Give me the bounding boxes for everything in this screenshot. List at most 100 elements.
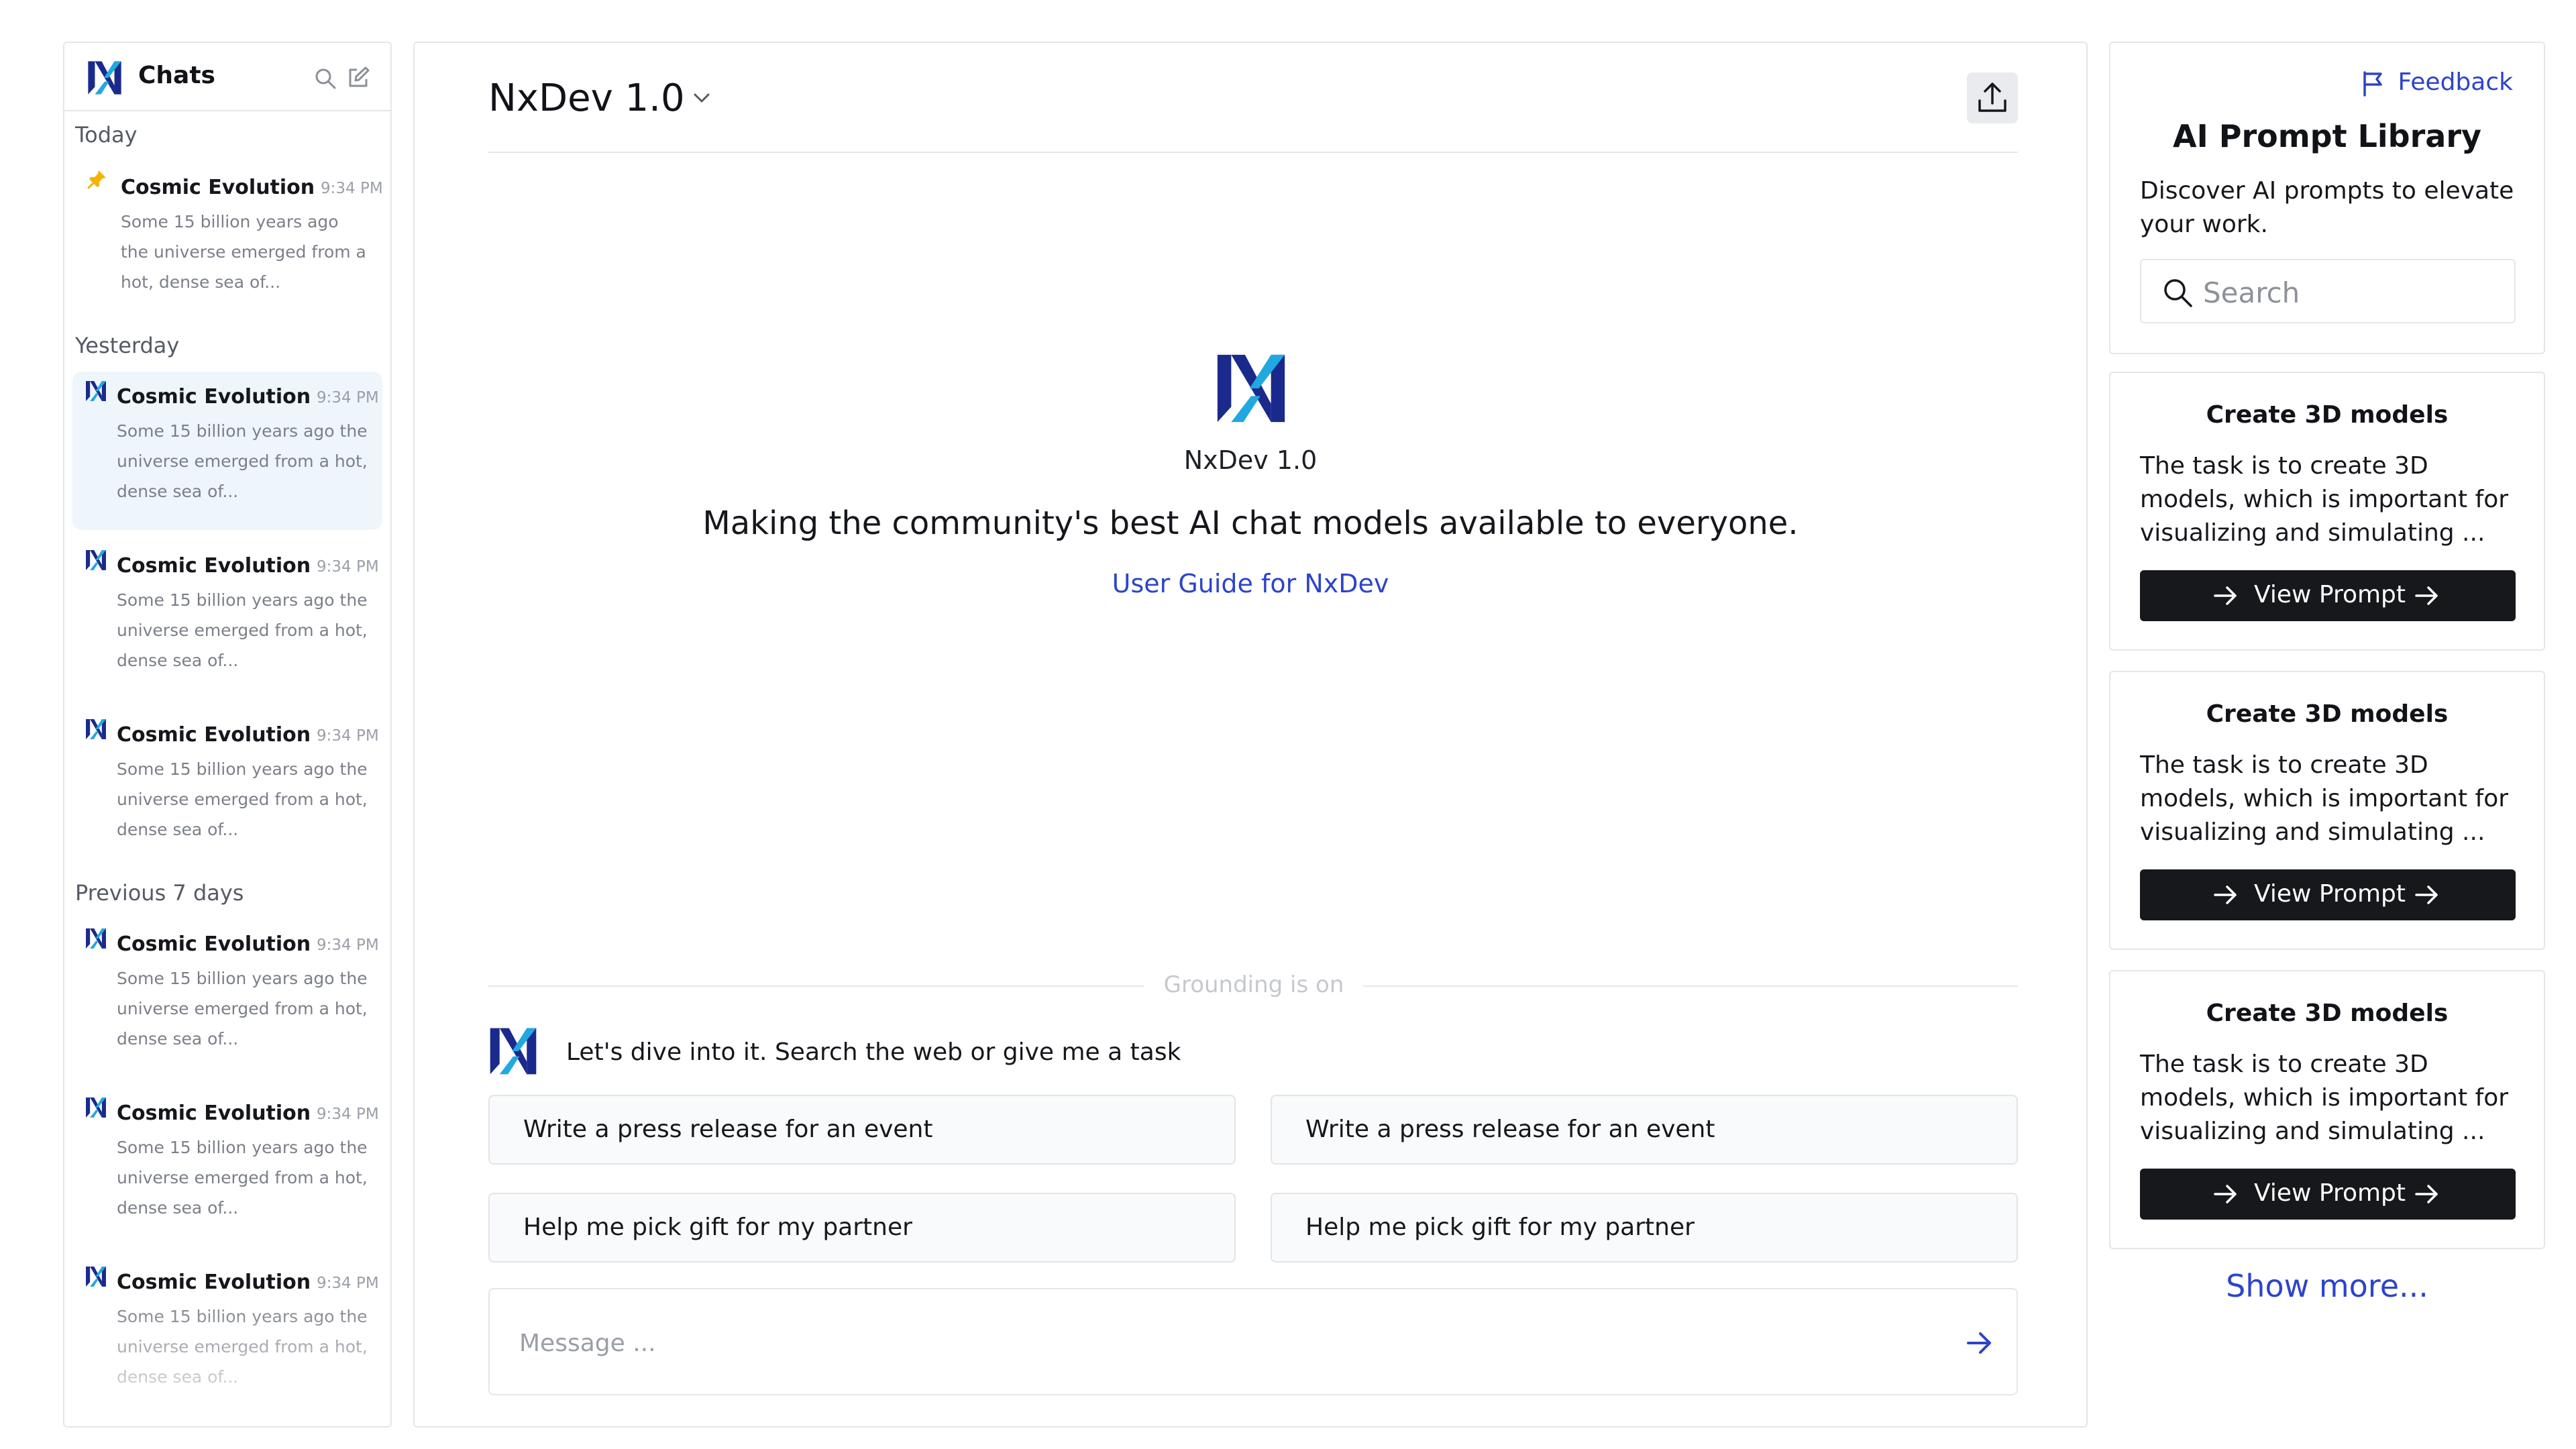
chat-time: 9:34 PM (317, 1275, 379, 1292)
chat-snippet-line: Some 15 billion years ago the (117, 759, 368, 779)
nxdev-logo-icon (85, 1096, 107, 1119)
user-guide-link[interactable]: User Guide for NxDev (415, 569, 2086, 598)
prompt-card: Create 3D models The task is to create 3… (2109, 372, 2545, 651)
chat-time: 9:34 PM (321, 180, 383, 197)
model-selector-label[interactable]: NxDev 1.0 (488, 76, 685, 120)
view-prompt-button[interactable]: View Prompt (2140, 570, 2516, 621)
chat-time: 9:34 PM (317, 936, 379, 954)
chat-title: Cosmic Evolution (117, 1271, 311, 1294)
flag-icon (2363, 71, 2382, 97)
send-arrow-icon[interactable] (1960, 1324, 1998, 1362)
prompt-library-description: Discover AI prompts to elevate your work… (2140, 177, 2514, 238)
prompt-search-box (2140, 259, 2516, 323)
suggestion-chip[interactable]: Write a press release for an event (488, 1095, 1236, 1165)
sidebar-title: Chats (138, 62, 215, 89)
chat-snippet-line: Some 15 billion years ago the (117, 1307, 368, 1326)
chat-snippet-line: hot, dense sea of... (121, 272, 281, 292)
chat-snippet-line: universe emerged from a hot, (117, 790, 368, 809)
chat-title: Cosmic Evolution (121, 176, 315, 199)
chat-list-item-active[interactable]: Cosmic Evolution 9:34 PM Some 15 billion… (72, 372, 382, 530)
search-icon (2164, 279, 2192, 307)
nxdev-logo-icon (1213, 350, 1289, 427)
assistant-message: Let's dive into it. Search the web or gi… (566, 1038, 1181, 1066)
chat-sidebar: Chats Today Cosmic Evolution 9:34 PM Som… (63, 42, 392, 1428)
section-label-today: Today (75, 122, 138, 148)
suggestion-chip[interactable]: Write a press release for an event (1271, 1095, 2018, 1165)
section-label-previous-7-days: Previous 7 days (75, 880, 244, 906)
chat-snippet-line: universe emerged from a hot, (117, 451, 368, 471)
prompt-card-description: The task is to create 3D models, which i… (2140, 452, 2509, 547)
chat-time: 9:34 PM (317, 389, 379, 407)
arrow-right-icon (2414, 883, 2440, 907)
suggestion-chip[interactable]: Help me pick gift for my partner (488, 1193, 1236, 1263)
chat-list-item[interactable]: Cosmic Evolution 9:34 PM Some 15 billion… (72, 541, 382, 699)
arrow-right-icon (2212, 883, 2239, 907)
share-button[interactable] (1967, 72, 2018, 123)
section-label-yesterday: Yesterday (75, 333, 180, 358)
feedback-link[interactable]: Feedback (2363, 68, 2513, 97)
prompt-card-title: Create 3D models (2206, 401, 2449, 429)
compose-icon[interactable] (346, 66, 370, 90)
chat-snippet: Some 15 billion years ago the universe e… (117, 1301, 368, 1392)
chat-snippet-line: Some 15 billion years ago (121, 212, 339, 231)
chat-title: Cosmic Evolution (117, 932, 311, 956)
chevron-down-icon[interactable] (688, 85, 715, 111)
arrow-right-icon (2212, 584, 2239, 608)
chat-snippet-line: universe emerged from a hot, (117, 999, 368, 1018)
upload-share-icon (1978, 83, 2006, 112)
message-input[interactable] (519, 1323, 1861, 1363)
chat-title: Cosmic Evolution (117, 385, 311, 409)
prompt-card: Create 3D models The task is to create 3… (2109, 970, 2545, 1249)
show-more-link[interactable]: Show more... (2109, 1268, 2545, 1304)
prompt-library-card: Feedback AI Prompt Library Discover AI p… (2109, 42, 2545, 354)
chat-snippet-line: dense sea of... (117, 820, 239, 839)
chat-snippet-line: universe emerged from a hot, (117, 1337, 368, 1356)
chat-snippet-line: dense sea of... (117, 482, 239, 501)
chat-list-item[interactable]: Cosmic Evolution 9:34 PM Some 15 billion… (72, 710, 382, 868)
chat-main-panel: NxDev 1.0 NxDev 1.0 Making the community… (413, 42, 2088, 1428)
prompt-card: Create 3D models The task is to create 3… (2109, 671, 2545, 950)
pin-icon (87, 170, 106, 189)
view-prompt-label: View Prompt (2254, 880, 2406, 908)
prompt-library-title: AI Prompt Library (2173, 118, 2481, 154)
nxdev-logo-icon (85, 718, 107, 741)
chat-snippet: Some 15 billion years ago the universe e… (117, 963, 368, 1054)
nxdev-logo-icon (85, 927, 107, 950)
chat-list-item[interactable]: Cosmic Evolution 9:34 PM Some 15 billion… (72, 919, 382, 1077)
grounding-status: Grounding is on (1163, 971, 1344, 998)
view-prompt-button[interactable]: View Prompt (2140, 1169, 2516, 1220)
chat-snippet-line: Some 15 billion years ago the (117, 590, 368, 610)
chat-list-item[interactable]: Cosmic Evolution 9:34 PM Some 15 billion… (72, 1088, 382, 1246)
chat-snippet-line: dense sea of... (117, 651, 239, 670)
chat-snippet: Some 15 billion years ago the universe e… (117, 585, 368, 676)
search-icon[interactable] (314, 67, 337, 90)
chat-snippet-line: dense sea of... (117, 1029, 239, 1049)
prompt-search-input[interactable] (2203, 274, 2498, 311)
chat-snippet: Some 15 billion years ago the universe e… (117, 416, 368, 506)
nxdev-logo-icon (86, 59, 123, 97)
nxdev-logo-icon (85, 1265, 107, 1288)
prompt-card-title: Create 3D models (2206, 1000, 2449, 1027)
suggestion-chip[interactable]: Help me pick gift for my partner (1271, 1193, 2018, 1263)
grounding-divider-right (1363, 985, 2018, 987)
chat-list-item[interactable]: Cosmic Evolution 9:34 PM Some 15 billion… (72, 162, 383, 357)
view-prompt-label: View Prompt (2254, 1179, 2406, 1207)
chat-time: 9:34 PM (317, 727, 379, 745)
chat-snippet: Some 15 billion years ago the universe e… (117, 1132, 368, 1223)
view-prompt-button[interactable]: View Prompt (2140, 869, 2516, 920)
prompt-card-description: The task is to create 3D models, which i… (2140, 751, 2509, 846)
view-prompt-label: View Prompt (2254, 581, 2406, 608)
assistant-avatar-icon (487, 1025, 539, 1077)
grounding-divider-left (488, 985, 1144, 987)
chat-snippet: Some 15 billion years ago the universe e… (117, 754, 368, 845)
chat-list-item[interactable]: Cosmic Evolution 9:34 PM Some 15 billion… (72, 1257, 382, 1415)
nxdev-logo-icon (85, 549, 107, 572)
chat-snippet: Some 15 billion years ago the universe e… (121, 207, 366, 297)
hero-model-name: NxDev 1.0 (1183, 445, 1318, 475)
chat-title: Cosmic Evolution (117, 1102, 311, 1125)
chat-snippet-line: Some 15 billion years ago the (117, 1138, 368, 1157)
arrow-right-icon (2414, 1182, 2440, 1206)
chat-snippet-line: Some 15 billion years ago the (117, 969, 368, 988)
prompt-card-description: The task is to create 3D models, which i… (2140, 1051, 2509, 1145)
message-composer (488, 1288, 2018, 1395)
